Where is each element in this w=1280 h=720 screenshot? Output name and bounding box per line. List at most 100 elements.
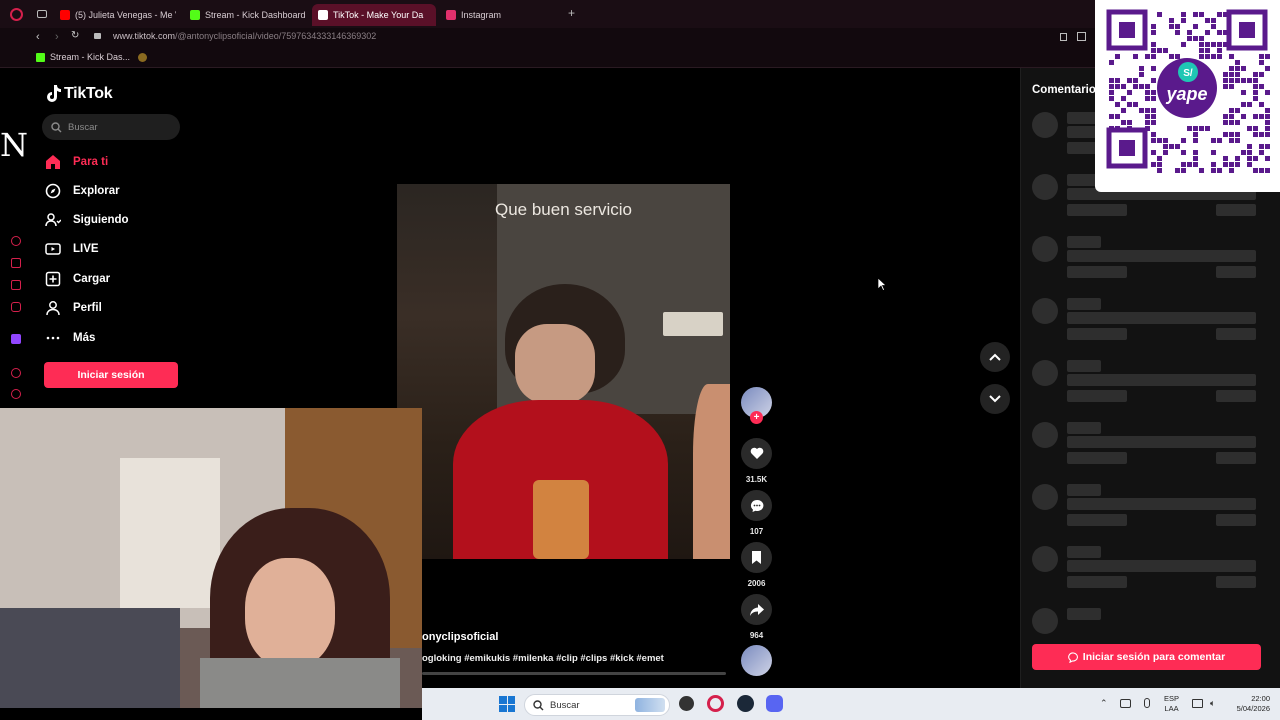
save-button[interactable]: 2006 — [741, 542, 772, 588]
history-icon[interactable] — [11, 236, 21, 246]
obs-taskbar-icon[interactable] — [679, 696, 694, 711]
discord-taskbar-icon[interactable] — [766, 695, 783, 712]
back-icon[interactable]: ‹ — [36, 31, 40, 43]
next-video-button[interactable] — [980, 384, 1010, 414]
new-tab-button[interactable]: + — [568, 6, 575, 20]
tray-chevron-up-icon[interactable]: ⌃ — [1100, 698, 1108, 709]
tab-instagram[interactable]: Instagram — [440, 4, 550, 26]
qr-module — [1229, 120, 1234, 125]
qr-module — [1223, 84, 1228, 89]
browser-tab-bar: (5) Julieta Venegas - Me V Stream - Kick… — [0, 0, 1280, 28]
instagram-sidebar-icon[interactable] — [11, 302, 21, 312]
qr-module — [1259, 72, 1264, 77]
qr-module — [1241, 150, 1246, 155]
qr-module — [1211, 162, 1216, 167]
windows-start-icon[interactable] — [499, 696, 515, 712]
tiktok-search-input[interactable]: Buscar — [42, 114, 180, 140]
skeleton-avatar — [1032, 112, 1058, 138]
comment-button[interactable]: 107 — [741, 490, 772, 536]
more-icon — [46, 336, 60, 340]
qr-module — [1205, 18, 1210, 23]
qr-module — [1229, 66, 1234, 71]
qr-module — [1265, 114, 1270, 119]
video-author[interactable]: onyclipsoficial — [422, 631, 498, 643]
extensions-icon[interactable] — [11, 258, 21, 268]
tab-label: Instagram — [461, 10, 502, 20]
snapshot-icon[interactable] — [1077, 32, 1086, 41]
tray-network-icon[interactable] — [1120, 699, 1131, 708]
player-icon[interactable] — [11, 368, 21, 378]
video-player[interactable]: Que buen servicio — [397, 184, 730, 559]
tray-mic-icon[interactable] — [1144, 698, 1150, 708]
video-side-person — [693, 384, 730, 559]
clock-icon[interactable] — [11, 389, 21, 399]
bookmark-kick[interactable]: Stream - Kick Das... — [36, 52, 130, 62]
taskbar-search-input[interactable]: Buscar — [524, 694, 670, 716]
nav-perfil[interactable]: Perfil — [45, 296, 102, 320]
share-button[interactable]: 964 — [741, 594, 772, 640]
qr-module — [1133, 84, 1138, 89]
twitch-icon[interactable] — [11, 334, 21, 344]
nav-cargar[interactable]: Cargar — [45, 267, 110, 291]
nav-siguiendo[interactable]: Siguiendo — [45, 208, 129, 232]
bookmark-icon — [741, 542, 772, 573]
music-disc[interactable] — [741, 645, 772, 676]
nav-label: Más — [73, 332, 96, 344]
video-person-face — [515, 324, 595, 404]
pin-icon[interactable] — [1060, 33, 1067, 41]
qr-module — [1259, 132, 1264, 137]
nav-para-ti[interactable]: Para ti — [45, 150, 108, 174]
tab-tiktok[interactable]: TikTok - Make Your Da — [312, 4, 436, 26]
qr-module — [1193, 12, 1198, 17]
tray-clock[interactable]: 22:00 5/04/2026 — [1228, 694, 1270, 714]
forward-icon[interactable]: › — [55, 31, 59, 43]
qr-module — [1253, 114, 1258, 119]
steam-taskbar-icon[interactable] — [737, 695, 754, 712]
bookmark-folder-icon[interactable] — [138, 53, 147, 62]
qr-module — [1199, 48, 1204, 53]
tab-kick[interactable]: Stream - Kick Dashboard — [184, 4, 308, 26]
like-button[interactable]: 31.5K — [741, 438, 772, 484]
qr-module — [1157, 156, 1162, 161]
qr-module — [1109, 96, 1114, 101]
opera-taskbar-icon[interactable] — [707, 695, 724, 712]
compass-icon — [45, 183, 61, 199]
nav-explorar[interactable]: Explorar — [45, 179, 120, 203]
webcam-person-shirt — [200, 658, 400, 708]
nav-mas[interactable]: Más — [45, 326, 95, 350]
qr-module — [1235, 156, 1240, 161]
bookmarks-bar: Stream - Kick Das... — [0, 48, 1280, 68]
creator-avatar[interactable]: + — [741, 387, 772, 424]
nav-label: Perfil — [73, 302, 102, 314]
user-icon — [46, 301, 60, 316]
qr-module — [1193, 132, 1198, 137]
comment-login-button[interactable]: Iniciar sesión para comentar — [1032, 644, 1261, 670]
qr-module — [1163, 48, 1168, 53]
reload-icon[interactable]: ↻ — [71, 30, 79, 41]
qr-module — [1151, 48, 1156, 53]
qr-module — [1127, 78, 1132, 83]
tray-lang[interactable]: ESP LAA — [1164, 694, 1179, 714]
opera-logo-icon[interactable] — [10, 8, 23, 21]
qr-module — [1205, 30, 1210, 35]
qr-module — [1139, 84, 1144, 89]
qr-module — [1145, 120, 1150, 125]
previous-video-button[interactable] — [980, 342, 1010, 372]
skeleton-line — [1067, 390, 1127, 402]
workspace-icon[interactable] — [37, 10, 47, 18]
qr-module — [1223, 114, 1228, 119]
video-progress-bar[interactable] — [422, 672, 726, 675]
skeleton-line — [1067, 452, 1127, 464]
nav-live[interactable]: LIVE — [45, 237, 99, 261]
tray-display-icon[interactable] — [1192, 699, 1203, 708]
wallet-icon[interactable] — [11, 280, 21, 290]
login-button[interactable]: Iniciar sesión — [44, 362, 178, 388]
url-field[interactable]: www.tiktok.com/@antonyclipsoficial/video… — [113, 31, 376, 41]
tab-youtube[interactable]: (5) Julieta Venegas - Me V — [54, 4, 176, 26]
tiktok-logo[interactable]: TikTok — [47, 85, 113, 103]
qr-module — [1187, 36, 1192, 41]
tray-speaker-icon[interactable]: 🔈︎ — [1210, 698, 1215, 709]
search-icon — [533, 699, 544, 710]
follow-plus-icon[interactable]: + — [750, 411, 763, 424]
qr-module — [1151, 96, 1156, 101]
